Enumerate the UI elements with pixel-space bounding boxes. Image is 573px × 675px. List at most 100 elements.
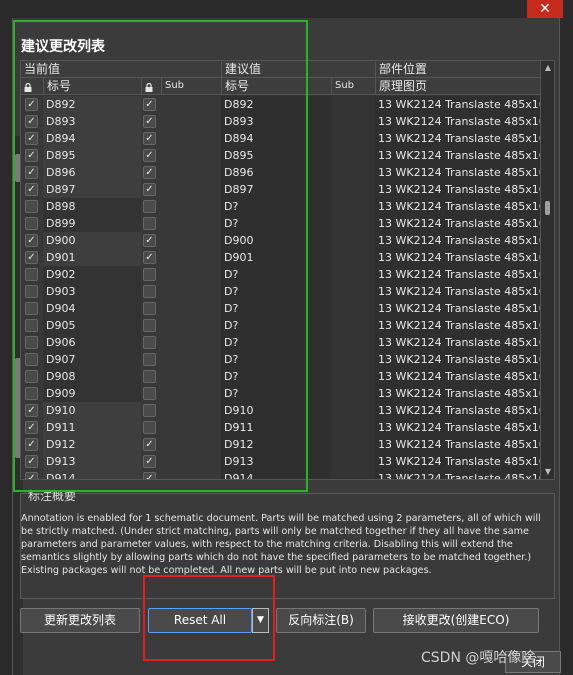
sub-lock-cell[interactable] [141, 385, 161, 402]
sub-lock-checkbox[interactable]: ✓ [143, 98, 156, 111]
table-row[interactable]: D909 D? 13 WK2124 Translaste 485x16.SchDoc [21, 385, 540, 402]
proposed-sub-column-header[interactable]: Sub [331, 78, 375, 95]
sub-lock-checkbox[interactable]: ✓ [143, 234, 156, 247]
accept-changes-button[interactable]: 接收更改(创建ECO) [373, 608, 539, 633]
grid-scrollbar[interactable]: ▲ ▼ [540, 61, 554, 479]
header-current-value[interactable]: 当前值 [21, 61, 221, 78]
table-row[interactable]: D902 D? 13 WK2124 Translaste 485x16.SchDoc [21, 266, 540, 283]
reset-all-dropdown-icon[interactable]: ▼ [252, 608, 269, 633]
sub-lock-cell[interactable]: ✓ [141, 164, 161, 181]
lock-cell[interactable]: ✓ [21, 181, 43, 198]
sub-lock-cell[interactable] [141, 300, 161, 317]
table-row[interactable]: ✓ D910 D910 13 WK2124 Translaste 485x16.Sch… [21, 402, 540, 419]
table-row[interactable]: ✓D913✓D91313 WK2124 Translaste 485x16.Sc… [21, 453, 540, 470]
header-part-location[interactable]: 部件位置 [375, 61, 540, 78]
lock-checkbox[interactable]: ✓ [25, 234, 38, 247]
table-row[interactable]: ✓D900✓D90013 WK2124 Translaste 485x16.Sc… [21, 232, 540, 249]
lock-checkbox[interactable]: ✓ [25, 183, 38, 196]
table-row[interactable]: ✓D896✓D89613 WK2124 Translaste 485x16.Sc… [21, 164, 540, 181]
lock-cell[interactable] [21, 317, 43, 334]
lock-cell[interactable] [21, 385, 43, 402]
sub-lock-cell[interactable]: ✓ [141, 470, 161, 479]
lock-cell[interactable]: ✓ [21, 402, 43, 419]
sub-lock-cell[interactable] [141, 317, 161, 334]
scroll-up-icon[interactable]: ▲ [541, 61, 554, 75]
sub-lock-checkbox[interactable]: ✓ [143, 115, 156, 128]
table-row[interactable]: D903 D? 13 WK2124 Translaste 485x16.SchDoc [21, 283, 540, 300]
sub-lock-cell[interactable] [141, 419, 161, 436]
proposed-designator-column-header[interactable]: 标号 [221, 78, 331, 95]
sub-lock-checkbox[interactable]: ✓ [143, 438, 156, 451]
sub-lock-cell[interactable] [141, 283, 161, 300]
sub-lock-checkbox[interactable]: ✓ [143, 472, 156, 479]
lock-cell[interactable] [21, 215, 43, 232]
lock-checkbox[interactable] [25, 319, 38, 332]
lock-cell[interactable]: ✓ [21, 147, 43, 164]
sub-lock-cell[interactable] [141, 198, 161, 215]
reset-all-button[interactable]: Reset All [148, 608, 252, 633]
sub-lock-checkbox[interactable]: ✓ [143, 149, 156, 162]
sub-lock-cell[interactable]: ✓ [141, 147, 161, 164]
lock-cell[interactable]: ✓ [21, 470, 43, 479]
lock-cell[interactable]: ✓ [21, 453, 43, 470]
lock-cell[interactable] [21, 300, 43, 317]
lock-cell[interactable] [21, 334, 43, 351]
table-row[interactable]: D898 D? 13 WK2124 Translaste 485x16.SchDoc [21, 198, 540, 215]
lock-cell[interactable]: ✓ [21, 130, 43, 147]
table-row[interactable]: ✓D897✓D89713 WK2124 Translaste 485x16.Sc… [21, 181, 540, 198]
lock-checkbox[interactable] [25, 285, 38, 298]
sub-lock-cell[interactable]: ✓ [141, 181, 161, 198]
table-row[interactable]: D906 D? 13 WK2124 Translaste 485x16.SchDoc [21, 334, 540, 351]
table-row[interactable]: D899 D? 13 WK2124 Translaste 485x16.SchDoc [21, 215, 540, 232]
lock-cell[interactable]: ✓ [21, 436, 43, 453]
sub-lock-checkbox[interactable] [143, 387, 156, 400]
sub-lock-cell[interactable]: ✓ [141, 130, 161, 147]
location-column-header[interactable]: 原理图页 [375, 78, 540, 95]
sub-lock-checkbox[interactable] [143, 200, 156, 213]
sub-lock-cell[interactable]: ✓ [141, 232, 161, 249]
lock-cell[interactable]: ✓ [21, 249, 43, 266]
sub-lock-cell[interactable] [141, 351, 161, 368]
lock-checkbox[interactable]: ✓ [25, 98, 38, 111]
lock-checkbox[interactable] [25, 353, 38, 366]
table-row[interactable]: ✓D893✓D89313 WK2124 Translaste 485x16.Sc… [21, 113, 540, 130]
lock-cell[interactable] [21, 368, 43, 385]
sub-lock-cell[interactable] [141, 334, 161, 351]
table-row[interactable]: ✓D901✓D90113 WK2124 Translaste 485x16.Sc… [21, 249, 540, 266]
table-row[interactable]: D905 D? 13 WK2124 Translaste 485x16.SchDoc [21, 317, 540, 334]
lock-checkbox[interactable]: ✓ [25, 438, 38, 451]
lock-checkbox[interactable] [25, 387, 38, 400]
lock-cell[interactable]: ✓ [21, 164, 43, 181]
sub-lock-checkbox[interactable] [143, 336, 156, 349]
sub-lock-checkbox[interactable] [143, 285, 156, 298]
lock-checkbox[interactable]: ✓ [25, 115, 38, 128]
lock-checkbox[interactable]: ✓ [25, 455, 38, 468]
sub-lock-checkbox[interactable]: ✓ [143, 455, 156, 468]
sub-lock-cell[interactable] [141, 266, 161, 283]
lock-checkbox[interactable] [25, 268, 38, 281]
table-row[interactable]: ✓ D911 D911 13 WK2124 Translaste 485x16.Sch… [21, 419, 540, 436]
sub-lock-checkbox[interactable] [143, 353, 156, 366]
update-changes-list-button[interactable]: 更新更改列表 [20, 608, 140, 633]
sub-lock-cell[interactable]: ✓ [141, 453, 161, 470]
sub-lock-checkbox[interactable] [143, 421, 156, 434]
sub-lock-cell[interactable]: ✓ [141, 436, 161, 453]
lock-cell[interactable]: ✓ [21, 113, 43, 130]
sub-lock-cell[interactable]: ✓ [141, 113, 161, 130]
lock-checkbox[interactable]: ✓ [25, 149, 38, 162]
lock-checkbox[interactable]: ✓ [25, 132, 38, 145]
sub-lock-checkbox[interactable]: ✓ [143, 251, 156, 264]
table-row[interactable]: D904 D? 13 WK2124 Translaste 485x16.SchDoc [21, 300, 540, 317]
lock-cell[interactable]: ✓ [21, 96, 43, 113]
sub-lock-checkbox[interactable] [143, 302, 156, 315]
sub-column-header[interactable]: Sub [161, 78, 221, 95]
scroll-down-icon[interactable]: ▼ [541, 465, 554, 479]
header-proposed-value[interactable]: 建议值 [221, 61, 375, 78]
lock-checkbox[interactable] [25, 200, 38, 213]
lock-checkbox[interactable]: ✓ [25, 421, 38, 434]
lock-checkbox[interactable]: ✓ [25, 404, 38, 417]
lock-cell[interactable] [21, 198, 43, 215]
lock-cell[interactable]: ✓ [21, 419, 43, 436]
table-row[interactable]: ✓D894✓D89413 WK2124 Translaste 485x16.Sc… [21, 130, 540, 147]
lock-cell[interactable] [21, 283, 43, 300]
